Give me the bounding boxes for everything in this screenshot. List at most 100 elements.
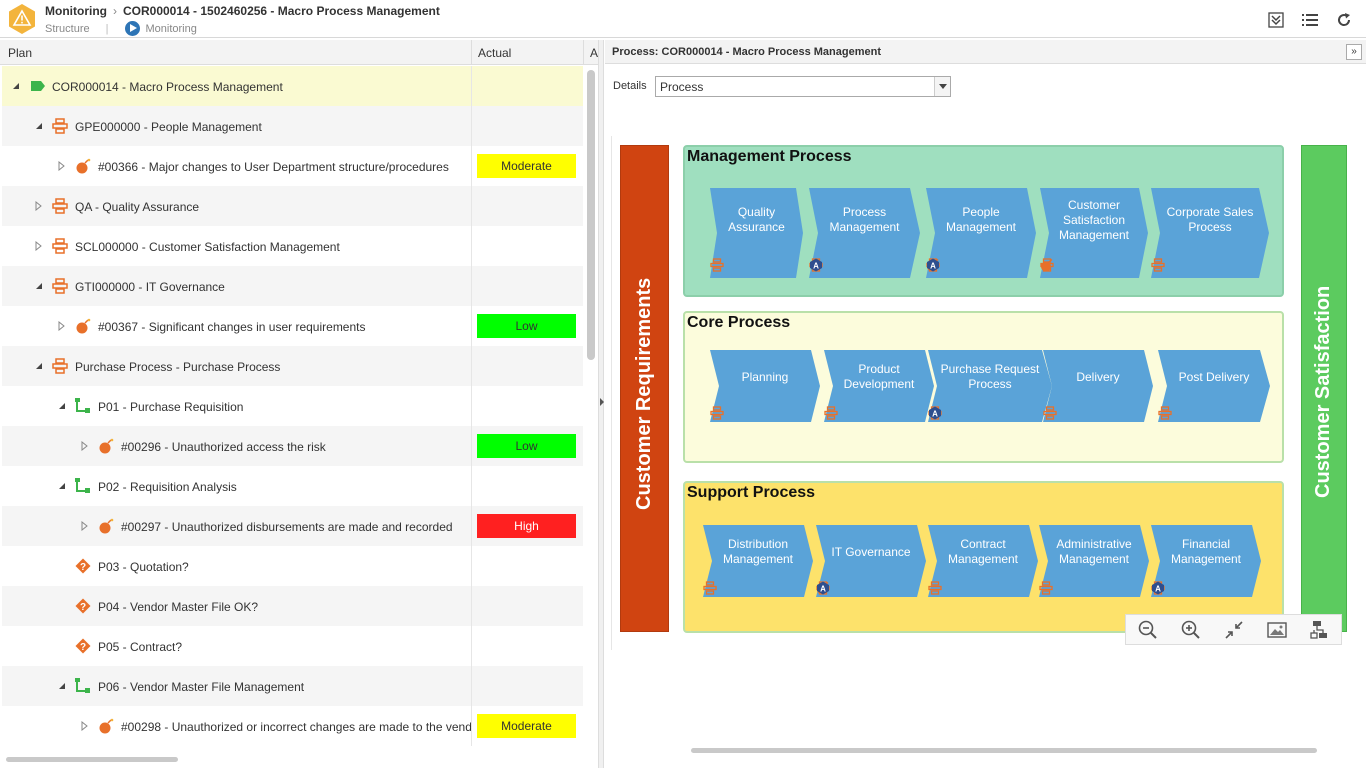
tree-row[interactable]: COR000014 - Macro Process Management	[2, 66, 583, 106]
tree-row[interactable]: QA - Quality Assurance	[2, 186, 583, 226]
column-a[interactable]: A	[590, 46, 598, 60]
tree-row[interactable]: #00297 - Unauthorized disbursements are …	[2, 506, 583, 546]
tree-row[interactable]: ? P04 - Vendor Master File OK?	[2, 586, 583, 626]
lane-core: Core Process Planning Product Developmen…	[683, 311, 1284, 463]
customer-satisfaction-bar[interactable]: Customer Satisfaction	[1301, 145, 1347, 632]
plan-column-header: Plan Actual A	[0, 40, 598, 65]
list-icon[interactable]	[1300, 10, 1320, 30]
step-delivery[interactable]: Delivery	[1043, 350, 1153, 422]
collapsed-icon[interactable]	[81, 441, 89, 451]
collapsed-icon[interactable]	[58, 161, 66, 171]
tree-row[interactable]: #00366 - Major changes to User Departmen…	[2, 146, 583, 186]
step-label: IT Governance	[831, 544, 911, 559]
tree-row-label: P01 - Purchase Requisition	[98, 400, 244, 414]
plan-panel: Plan Actual A COR000014 - Macro Process …	[0, 40, 598, 768]
actual-cell	[471, 66, 472, 106]
step-label: Quality Assurance	[728, 205, 785, 234]
step-people-management[interactable]: People Management A	[926, 188, 1036, 278]
breadcrumb-module[interactable]: Monitoring	[45, 4, 107, 18]
lane-management: Management Process Quality Assurance Pro…	[683, 145, 1284, 297]
process-icon	[52, 198, 68, 214]
step-it-governance[interactable]: IT Governance A	[816, 525, 926, 597]
tree-row-label: #00298 - Unauthorized or incorrect chang…	[121, 720, 471, 734]
column-plan[interactable]: Plan	[8, 46, 32, 60]
tree-row[interactable]: Purchase Process - Purchase Process	[2, 346, 583, 386]
fit-icon[interactable]	[1223, 619, 1245, 641]
vertical-scrollbar[interactable]	[587, 70, 595, 360]
tree-row[interactable]: ? P03 - Quotation?	[2, 546, 583, 586]
actual-cell	[471, 666, 472, 706]
step-distribution-management[interactable]: Distribution Management	[703, 525, 813, 597]
collapse-all-icon[interactable]	[1266, 10, 1286, 30]
tree-row-label: P06 - Vendor Master File Management	[98, 680, 305, 694]
subnav-monitoring[interactable]: Monitoring	[146, 23, 197, 35]
step-customer-satisfaction-management[interactable]: Customer Satisfaction Management	[1040, 188, 1148, 278]
actual-cell	[471, 546, 472, 586]
tree-row[interactable]: GPE000000 - People Management	[2, 106, 583, 146]
horizontal-scrollbar[interactable]	[691, 748, 1317, 753]
plan-tree: COR000014 - Macro Process Management GPE…	[2, 66, 583, 746]
process-icon	[1039, 581, 1101, 595]
risk-bomb-icon	[99, 518, 114, 534]
expanded-icon[interactable]	[58, 402, 66, 410]
tree-row-label: #00367 - Significant changes in user req…	[98, 320, 366, 334]
step-financial-management[interactable]: Financial Management A	[1151, 525, 1261, 597]
expanded-icon[interactable]	[35, 122, 43, 130]
step-purchase-request-process[interactable]: Purchase Request Process A	[928, 350, 1052, 422]
step-label: Planning	[741, 369, 789, 384]
customer-requirements-label: Customer Requirements	[633, 277, 655, 510]
tree-row[interactable]: #00298 - Unauthorized or incorrect chang…	[2, 706, 583, 746]
image-export-icon[interactable]	[1266, 619, 1288, 641]
step-process-management[interactable]: Process Management A	[809, 188, 920, 278]
refresh-icon[interactable]	[1334, 10, 1354, 30]
svg-text:A: A	[820, 585, 826, 594]
step-post-delivery[interactable]: Post Delivery	[1158, 350, 1270, 422]
decision-icon: ?	[75, 598, 91, 614]
step-administrative-management[interactable]: Administrative Management	[1039, 525, 1149, 597]
step-corporate-sales-process[interactable]: Corporate Sales Process	[1151, 188, 1269, 278]
breadcrumb-separator: ›	[112, 4, 117, 18]
tree-row[interactable]: #00296 - Unauthorized access the risk Lo…	[2, 426, 583, 466]
expanded-icon[interactable]	[35, 282, 43, 290]
column-actual[interactable]: Actual	[478, 46, 511, 60]
zoom-out-icon[interactable]	[1137, 619, 1159, 641]
tree-row[interactable]: GTI000000 - IT Governance	[2, 266, 583, 306]
warning-icon	[6, 3, 38, 35]
process-panel: Process: COR000014 - Macro Process Manag…	[605, 40, 1366, 768]
expanded-icon[interactable]	[35, 362, 43, 370]
subnav-structure[interactable]: Structure	[45, 23, 90, 35]
actual-cell	[471, 626, 472, 666]
column-divider[interactable]	[471, 40, 472, 65]
expand-arrow-icon[interactable]	[600, 398, 604, 406]
process-icon	[1151, 581, 1205, 595]
step-quality-assurance[interactable]: Quality Assurance	[710, 188, 803, 278]
layout-icon[interactable]	[1309, 619, 1331, 641]
collapsed-icon[interactable]	[35, 201, 43, 211]
column-divider[interactable]	[583, 40, 584, 65]
risk-bomb-icon	[76, 158, 91, 174]
collapsed-icon[interactable]	[58, 321, 66, 331]
step-contract-management[interactable]: Contract Management	[928, 525, 1038, 597]
zoom-in-icon[interactable]	[1180, 619, 1202, 641]
expanded-icon[interactable]	[58, 682, 66, 690]
app-header: Monitoring › COR000014 - 1502460256 - Macr…	[0, 0, 1366, 38]
tree-row[interactable]: #00367 - Significant changes in user req…	[2, 306, 583, 346]
collapsed-icon[interactable]	[35, 241, 43, 251]
step-product-development[interactable]: Product Development	[824, 350, 934, 422]
tree-row[interactable]: ? P05 - Contract?	[2, 626, 583, 666]
tree-row[interactable]: P02 - Requisition Analysis	[2, 466, 583, 506]
tree-row[interactable]: P01 - Purchase Requisition	[2, 386, 583, 426]
process-icon	[710, 406, 772, 420]
collapsed-icon[interactable]	[81, 721, 89, 731]
panel-splitter[interactable]	[598, 40, 604, 768]
tree-row[interactable]: P06 - Vendor Master File Management	[2, 666, 583, 706]
tree-row-label: COR000014 - Macro Process Management	[52, 80, 283, 94]
horizontal-scrollbar[interactable]	[6, 757, 178, 762]
tree-row[interactable]: SCL000000 - Customer Satisfaction Manage…	[2, 226, 583, 266]
process-icon	[1158, 406, 1221, 420]
collapsed-icon[interactable]	[81, 521, 89, 531]
expanded-icon[interactable]	[58, 482, 66, 490]
expanded-icon[interactable]	[12, 82, 20, 90]
step-planning[interactable]: Planning	[710, 350, 820, 422]
customer-requirements-bar[interactable]: Customer Requirements	[620, 145, 669, 632]
